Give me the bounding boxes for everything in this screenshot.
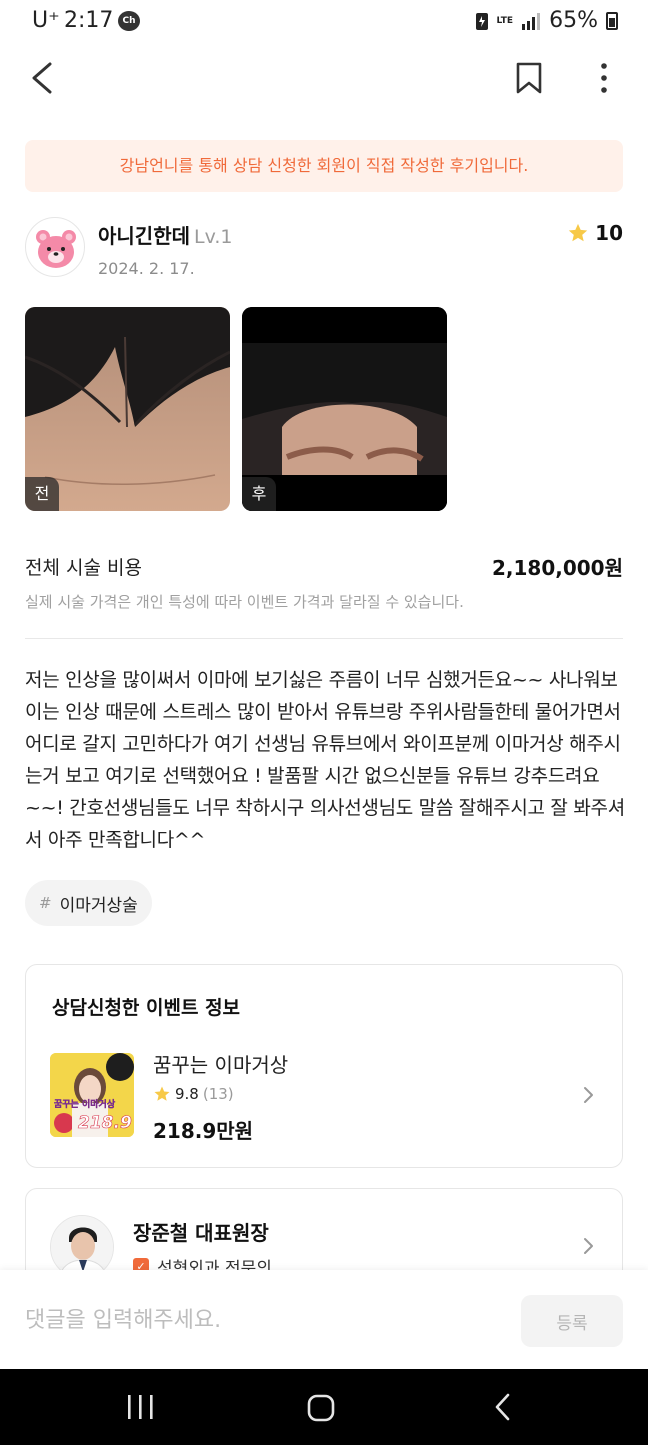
star-icon — [568, 223, 588, 242]
hashtag-symbol: # — [39, 894, 52, 912]
home-icon[interactable] — [300, 1387, 342, 1429]
chat-notification-icon: Ch — [118, 11, 140, 31]
event-thumbnail-text: 꿈꾸는 이마거상 — [54, 1100, 116, 1110]
review-date: 2024. 2. 17. — [98, 259, 195, 278]
bear-avatar-icon — [36, 230, 76, 268]
doctor-name: 장준철 대표원장 — [133, 1221, 269, 1245]
total-cost-label: 전체 시술 비용 — [25, 557, 142, 579]
chevron-right-icon — [584, 1238, 593, 1254]
status-indicators: LTE 65% — [475, 8, 618, 33]
event-thumbnail[interactable]: 꿈꾸는 이마거상 218.9 — [50, 1053, 134, 1137]
hashtag-label: 이마거상술 — [59, 895, 138, 916]
author-avatar[interactable] — [25, 217, 85, 277]
cost-disclaimer: 실제 시술 가격은 개인 특성에 따라 이벤트 가격과 달라질 수 있습니다. — [25, 593, 464, 611]
event-rating-count: (13) — [202, 1085, 234, 1103]
review-body: 저는 인상을 많이써서 이마에 보기싫은 주름이 너무 심했거든요~~ 사나워보… — [25, 669, 625, 851]
before-photo[interactable]: 전 — [25, 307, 230, 511]
bookmark-icon — [516, 62, 542, 94]
system-back-icon[interactable] — [486, 1389, 522, 1425]
comment-bar: 등록 — [0, 1270, 648, 1370]
top-navigation — [0, 48, 648, 108]
event-rating-value: 9.8 — [175, 1085, 199, 1103]
comment-submit-button[interactable]: 등록 — [521, 1295, 623, 1347]
review-rating: 10 — [567, 221, 623, 245]
comment-input[interactable] — [25, 1302, 495, 1338]
battery-icon — [606, 11, 618, 30]
event-info-card[interactable]: 상담신청한 이벤트 정보 꿈꾸는 이마거상 218.9 꿈꾸는 이마거상 9.8… — [25, 964, 623, 1168]
review-notice-banner: 강남언니를 통해 상담 신청한 회원이 직접 작성한 후기입니다. — [25, 140, 623, 192]
signal-icon — [522, 12, 541, 30]
back-button[interactable] — [22, 56, 66, 100]
chevron-left-icon — [32, 62, 52, 94]
hashtag-chip[interactable]: # 이마거상술 — [25, 880, 152, 926]
event-rating: 9.8 (13) — [153, 1085, 234, 1103]
author-name-line[interactable]: 아니긴한데 Lv.1 — [98, 220, 232, 249]
chevron-right-icon — [584, 1087, 593, 1103]
clock-time: 2:17 — [64, 8, 114, 33]
author-name: 아니긴한데 — [98, 224, 190, 248]
event-thumbnail-price: 218.9 — [78, 1113, 132, 1134]
network-type: LTE — [496, 15, 514, 26]
system-navigation-bar — [0, 1369, 648, 1445]
after-tag: 후 — [242, 477, 276, 511]
more-vertical-icon — [601, 63, 607, 93]
section-divider — [25, 638, 623, 639]
event-price: 218.9만원 — [153, 1119, 254, 1143]
status-bar: U⁺ 2:17 Ch LTE 65% — [0, 0, 648, 44]
battery-saver-icon — [475, 12, 488, 30]
more-options-button[interactable] — [582, 56, 626, 100]
after-photo[interactable]: 후 — [242, 307, 447, 511]
battery-percent: 65% — [549, 8, 598, 33]
total-cost-value: 2,180,000원 — [491, 556, 623, 580]
rating-value: 10 — [595, 221, 623, 245]
event-name: 꿈꾸는 이마거상 — [153, 1053, 289, 1077]
star-icon — [154, 1086, 170, 1101]
carrier-label: U⁺ — [32, 8, 60, 33]
event-card-title: 상담신청한 이벤트 정보 — [52, 997, 241, 1019]
author-level: Lv.1 — [194, 226, 233, 248]
recent-apps-icon[interactable] — [120, 1391, 160, 1423]
before-tag: 전 — [25, 477, 59, 511]
bookmark-button[interactable] — [508, 56, 552, 100]
